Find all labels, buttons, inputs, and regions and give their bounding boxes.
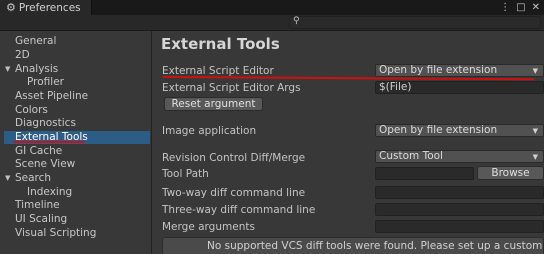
sidebar-item-gi-cache[interactable]: GI Cache [15, 145, 62, 158]
sidebar-item-diagnostics[interactable]: Diagnostics [15, 117, 76, 130]
sidebar-item-2d[interactable]: 2D [15, 49, 30, 62]
three-way-diff-field[interactable] [375, 203, 544, 216]
sidebar-item-general[interactable]: General [15, 35, 56, 48]
vcs-help-box: No supported VCS diff tools were found. … [162, 237, 544, 254]
sidebar-item-search[interactable]: Search [15, 172, 51, 185]
merge-arguments-field[interactable] [375, 220, 544, 233]
dropdown-value: Custom Tool [379, 150, 443, 162]
image-application-label: Image application [162, 125, 257, 137]
external-tools-panel: External Tools External Script Editor Op… [153, 31, 544, 254]
sidebar-item-asset-pipeline[interactable]: Asset Pipeline [15, 90, 88, 103]
three-way-diff-label: Three-way diff command line [162, 204, 316, 216]
sidebar-item-ui-scaling[interactable]: UI Scaling [15, 213, 67, 226]
preferences-tab[interactable]: ⚙ Preferences [0, 0, 92, 15]
sidebar-item-scene-view[interactable]: Scene View [15, 158, 75, 171]
merge-arguments-label: Merge arguments [162, 221, 255, 233]
two-way-diff-label: Two-way diff command line [162, 187, 306, 199]
sidebar-item-visual-scripting[interactable]: Visual Scripting [15, 227, 96, 240]
foldout-triangle-icon[interactable]: ▼ [5, 172, 10, 185]
tool-path-field[interactable] [375, 167, 474, 180]
title-bar: ⚙ Preferences ⋮ □ ✕ [0, 0, 544, 15]
revision-control-label: Revision Control Diff/Merge [162, 152, 306, 164]
foldout-triangle-icon[interactable]: ▼ [5, 63, 10, 76]
maximize-icon[interactable]: □ [516, 1, 525, 14]
close-icon[interactable]: ✕ [532, 1, 540, 14]
window-controls: ⋮ □ ✕ [500, 1, 540, 14]
reset-argument-button[interactable]: Reset argument [164, 97, 263, 111]
sidebar-item-colors[interactable]: Colors [15, 104, 48, 117]
tool-path-label: Tool Path [162, 168, 209, 180]
gear-icon: ⚙ [6, 1, 16, 14]
window-title: Preferences [18, 1, 81, 14]
external-script-editor-args-field[interactable]: $(File) [375, 81, 544, 94]
sidebar-item-analysis[interactable]: Analysis [15, 63, 58, 76]
two-way-diff-field[interactable] [375, 186, 544, 199]
more-options-icon[interactable]: ⋮ [500, 1, 510, 14]
toolbar: ⚲ [0, 15, 544, 31]
magnifier-icon: ⚲ [293, 16, 300, 26]
external-script-editor-args-label: External Script Editor Args [162, 82, 301, 94]
sidebar-item-timeline[interactable]: Timeline [15, 199, 60, 212]
page-title: External Tools [161, 35, 280, 53]
revision-control-dropdown[interactable]: Custom Tool ▼ [375, 150, 544, 163]
sidebar-item-profiler[interactable]: Profiler [27, 76, 64, 89]
triangle-down-icon: ▼ [532, 67, 538, 75]
browse-button[interactable]: Browse [477, 166, 544, 180]
sidebar-item-indexing[interactable]: Indexing [27, 186, 72, 199]
triangle-down-icon: ▼ [532, 127, 538, 135]
search-input[interactable]: ⚲ [289, 16, 541, 29]
annotation-underline [14, 141, 85, 143]
triangle-down-icon: ▼ [532, 153, 538, 161]
dropdown-value: Open by file extension [379, 64, 498, 76]
external-script-editor-dropdown[interactable]: Open by file extension ▼ [375, 64, 544, 77]
dropdown-value: Open by file extension [379, 124, 498, 136]
image-application-dropdown[interactable]: Open by file extension ▼ [375, 124, 544, 137]
